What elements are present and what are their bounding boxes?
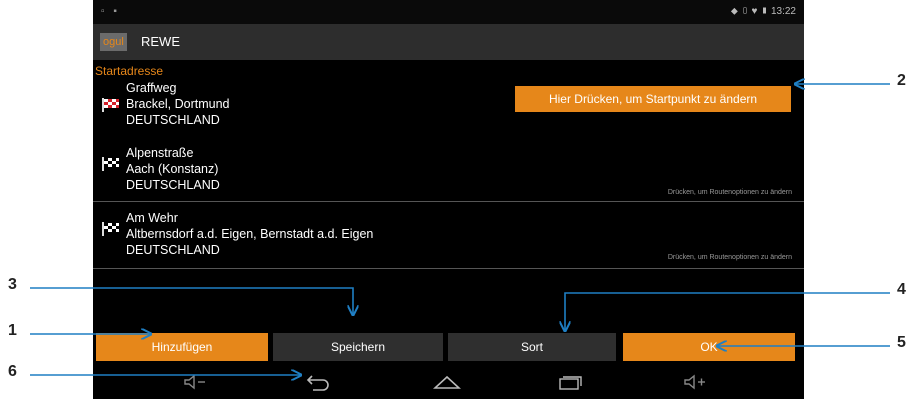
callout-arrow-3: [30, 287, 353, 314]
callout-4: 4: [897, 281, 906, 298]
callout-5: 5: [897, 334, 906, 351]
callout-arrows: [30, 0, 890, 399]
callout-6: 6: [8, 363, 17, 380]
callout-arrow-4: [565, 292, 890, 330]
callout-3: 3: [8, 276, 17, 293]
callout-2: 2: [897, 72, 906, 89]
callout-1: 1: [8, 322, 17, 339]
